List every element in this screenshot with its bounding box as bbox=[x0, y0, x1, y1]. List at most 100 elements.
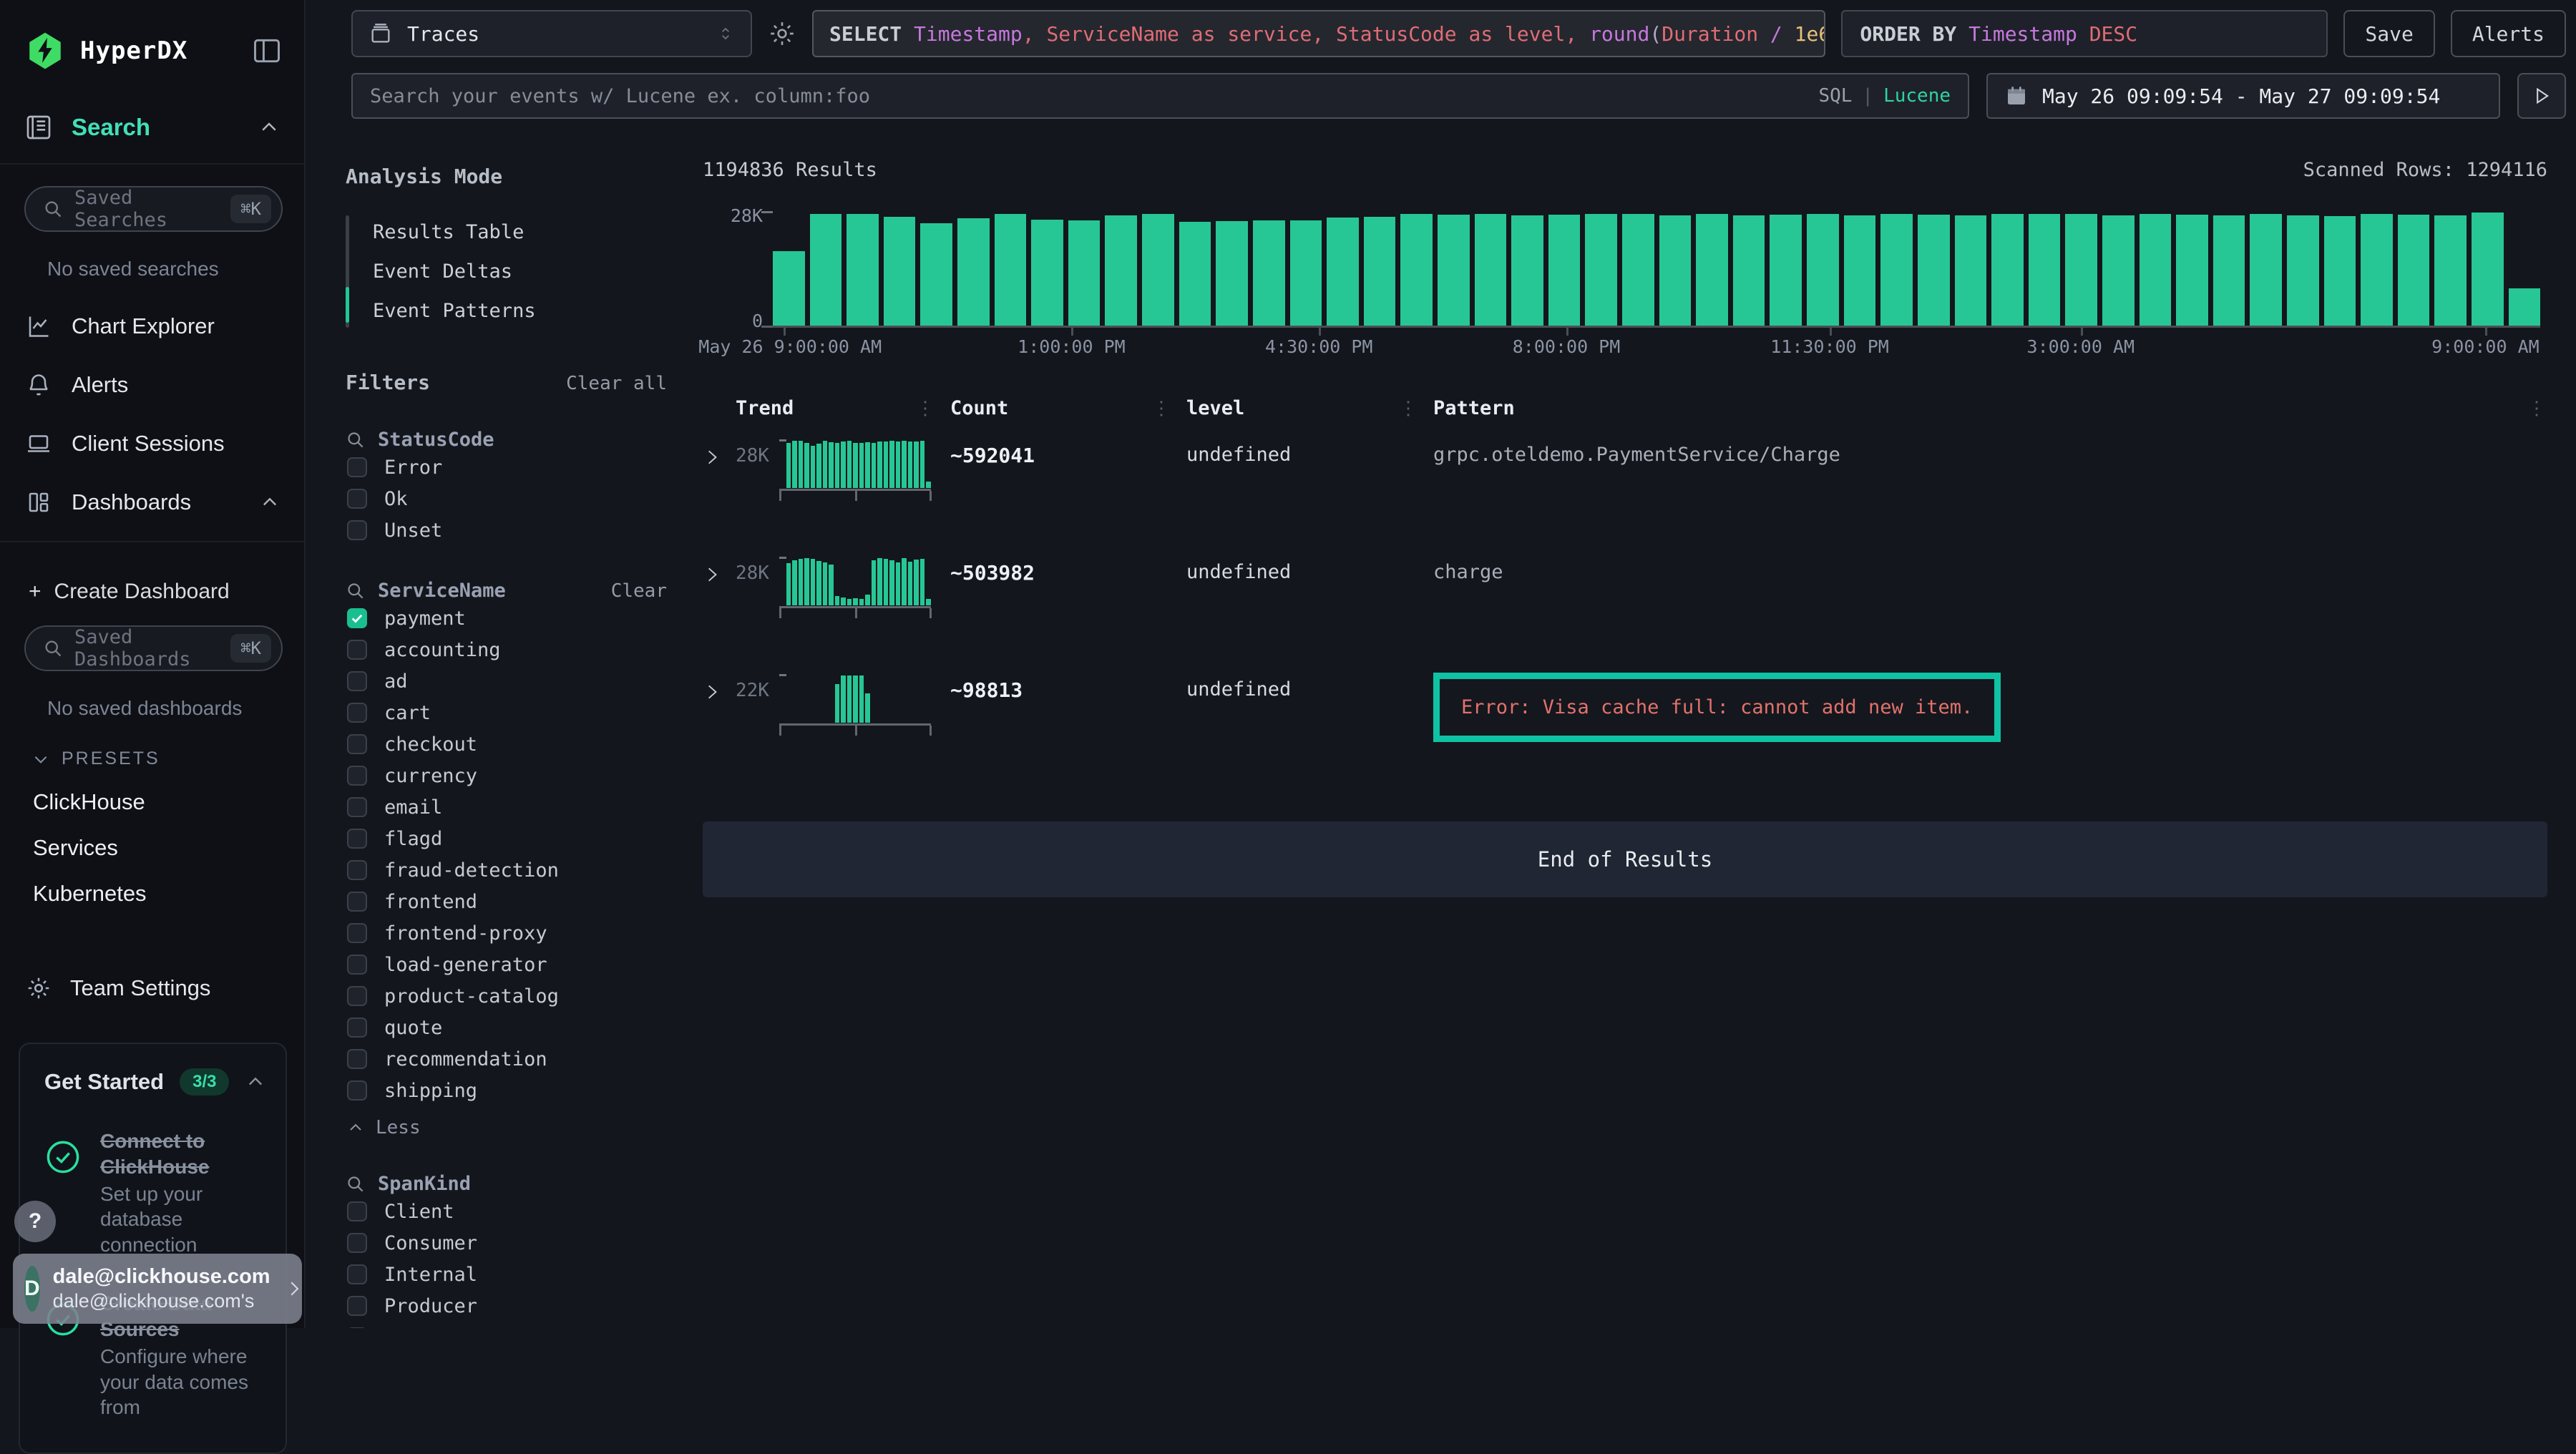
histogram-bar[interactable] bbox=[2213, 215, 2245, 326]
histogram-bar[interactable] bbox=[2509, 288, 2541, 326]
filter-checkbox-frontend-proxy[interactable]: frontend-proxy bbox=[346, 918, 667, 948]
histogram-bar[interactable] bbox=[2029, 214, 2061, 326]
row-expander-chevron-icon[interactable] bbox=[703, 438, 736, 467]
filter-checkbox-shipping[interactable]: shipping bbox=[346, 1075, 667, 1106]
filter-checkbox-email[interactable]: email bbox=[346, 792, 667, 822]
histogram-bar[interactable] bbox=[2472, 213, 2504, 326]
histogram-bar[interactable] bbox=[1400, 214, 1433, 326]
checkbox-icon[interactable] bbox=[347, 1080, 367, 1101]
histogram-bar[interactable] bbox=[2361, 214, 2393, 326]
table-row[interactable]: 22K~98813undefinedError: Visa cache full… bbox=[703, 673, 2547, 787]
user-menu[interactable]: D dale@clickhouse.com dale@clickhouse.co… bbox=[13, 1254, 302, 1324]
histogram-bar[interactable] bbox=[1253, 220, 1285, 326]
save-button[interactable]: Save bbox=[2343, 10, 2434, 57]
histogram-bar[interactable] bbox=[1770, 215, 1802, 326]
saved-dashboards-input[interactable]: Saved Dashboards ⌘K bbox=[24, 625, 283, 671]
histogram-bar[interactable] bbox=[1438, 215, 1470, 326]
sql-select-input[interactable]: SELECT Timestamp, ServiceName as service… bbox=[812, 10, 1825, 57]
histogram-bar[interactable] bbox=[847, 214, 879, 326]
histogram-bar[interactable] bbox=[1475, 214, 1507, 326]
sidebar-item-chart-explorer[interactable]: Chart Explorer bbox=[26, 313, 280, 339]
table-row[interactable]: 28K~592041undefinedgrpc.oteldemo.Payment… bbox=[703, 438, 2547, 545]
column-menu-icon[interactable]: ⋮ bbox=[1399, 398, 1418, 419]
search-icon[interactable] bbox=[346, 430, 365, 449]
histogram-bar[interactable] bbox=[1105, 215, 1137, 326]
checkbox-icon[interactable] bbox=[347, 986, 367, 1006]
checkbox-icon[interactable] bbox=[347, 1018, 367, 1038]
search-icon[interactable] bbox=[346, 581, 365, 600]
checkbox-checked-icon[interactable] bbox=[347, 608, 367, 628]
histogram-bar[interactable] bbox=[2102, 215, 2135, 326]
histogram-bar[interactable] bbox=[995, 214, 1027, 326]
filter-checkbox-unset[interactable]: Unset bbox=[346, 515, 667, 545]
histogram-bar[interactable] bbox=[2324, 216, 2356, 326]
table-row[interactable]: 28K~503982undefinedcharge bbox=[703, 555, 2547, 663]
histogram-bar[interactable] bbox=[884, 217, 916, 326]
mode-results-table[interactable]: Results Table bbox=[346, 213, 667, 252]
filter-checkbox-currency[interactable]: currency bbox=[346, 761, 667, 791]
sidebar-item-team-settings[interactable]: Team Settings bbox=[26, 975, 280, 1001]
help-button[interactable]: ? bbox=[14, 1201, 56, 1242]
histogram-bar[interactable] bbox=[920, 223, 952, 326]
histogram-bar[interactable] bbox=[1733, 215, 1765, 326]
preset-kubernetes[interactable]: Kubernetes bbox=[33, 881, 304, 907]
histogram-bar[interactable] bbox=[2398, 215, 2430, 326]
preset-services[interactable]: Services bbox=[33, 835, 304, 861]
filter-checkbox-ad[interactable]: ad bbox=[346, 666, 667, 696]
checkbox-icon[interactable] bbox=[347, 457, 367, 477]
filter-checkbox-payment[interactable]: payment bbox=[346, 603, 667, 633]
row-expander-chevron-icon[interactable] bbox=[703, 673, 736, 701]
checkbox-icon[interactable] bbox=[347, 1233, 367, 1253]
histogram-bar[interactable] bbox=[1622, 214, 1654, 326]
mode-event-deltas[interactable]: Event Deltas bbox=[346, 252, 667, 291]
show-less-button[interactable]: Less bbox=[346, 1117, 667, 1138]
chevron-up-icon[interactable] bbox=[260, 492, 280, 512]
filter-checkbox-consumer[interactable]: Consumer bbox=[346, 1228, 667, 1258]
histogram-bar[interactable] bbox=[957, 218, 990, 326]
histogram-bar[interactable] bbox=[2434, 215, 2467, 326]
highlighted-error-pattern[interactable]: Error: Visa cache full: cannot add new i… bbox=[1433, 673, 2001, 742]
filter-checkbox-fraud-detection[interactable]: fraud-detection bbox=[346, 855, 667, 885]
histogram-bar[interactable] bbox=[1216, 221, 1248, 326]
clear-all-filters-button[interactable]: Clear all bbox=[566, 373, 667, 394]
get-started-item[interactable]: Connect to ClickHouseSet up your databas… bbox=[44, 1128, 265, 1258]
source-settings-gear-icon[interactable] bbox=[768, 19, 796, 48]
checkbox-icon[interactable] bbox=[347, 1201, 367, 1221]
checkbox-icon[interactable] bbox=[347, 766, 367, 786]
row-expander-chevron-icon[interactable] bbox=[703, 555, 736, 584]
checkbox-icon[interactable] bbox=[347, 489, 367, 509]
run-query-button[interactable] bbox=[2517, 73, 2566, 119]
checkbox-icon[interactable] bbox=[347, 1264, 367, 1284]
checkbox-icon[interactable] bbox=[347, 1296, 367, 1316]
date-range-picker[interactable]: May 26 09:09:54 - May 27 09:09:54 bbox=[1986, 73, 2500, 119]
histogram-bar[interactable] bbox=[1142, 214, 1174, 326]
histogram-bar[interactable] bbox=[773, 251, 805, 326]
histogram-bar[interactable] bbox=[1696, 214, 1728, 326]
filter-checkbox-internal[interactable]: Internal bbox=[346, 1259, 667, 1289]
checkbox-icon[interactable] bbox=[347, 671, 367, 691]
sidebar-item-dashboards[interactable]: Dashboards bbox=[26, 489, 280, 515]
filter-checkbox-checkout[interactable]: checkout bbox=[346, 729, 667, 759]
table-menu-icon[interactable]: ⋮ bbox=[2527, 398, 2546, 419]
filter-checkbox-error[interactable]: Error bbox=[346, 452, 667, 482]
histogram-bar[interactable] bbox=[1955, 215, 1987, 326]
filter-checkbox-cart[interactable]: cart bbox=[346, 698, 667, 728]
histogram-bar[interactable] bbox=[810, 214, 842, 326]
histogram-bar[interactable] bbox=[1068, 220, 1101, 326]
source-select[interactable]: Traces bbox=[351, 10, 752, 57]
histogram-bar[interactable] bbox=[2250, 214, 2282, 326]
checkbox-icon[interactable] bbox=[347, 860, 367, 880]
histogram-bar[interactable] bbox=[2287, 215, 2319, 326]
checkbox-icon[interactable] bbox=[347, 1049, 367, 1069]
sidebar-item-search[interactable]: Search bbox=[24, 113, 280, 142]
checkbox-icon[interactable] bbox=[347, 923, 367, 943]
histogram-bar[interactable] bbox=[1585, 214, 1617, 326]
search-icon[interactable] bbox=[346, 1174, 365, 1194]
histogram-bar[interactable] bbox=[1327, 218, 1359, 326]
language-toggle-sql[interactable]: SQL bbox=[1818, 85, 1852, 107]
histogram-bar[interactable] bbox=[2065, 214, 2097, 326]
filter-checkbox-frontend[interactable]: frontend bbox=[346, 887, 667, 917]
filter-checkbox-load-generator[interactable]: load-generator bbox=[346, 950, 667, 980]
histogram-bar[interactable] bbox=[1511, 215, 1543, 326]
checkbox-icon[interactable] bbox=[347, 829, 367, 849]
